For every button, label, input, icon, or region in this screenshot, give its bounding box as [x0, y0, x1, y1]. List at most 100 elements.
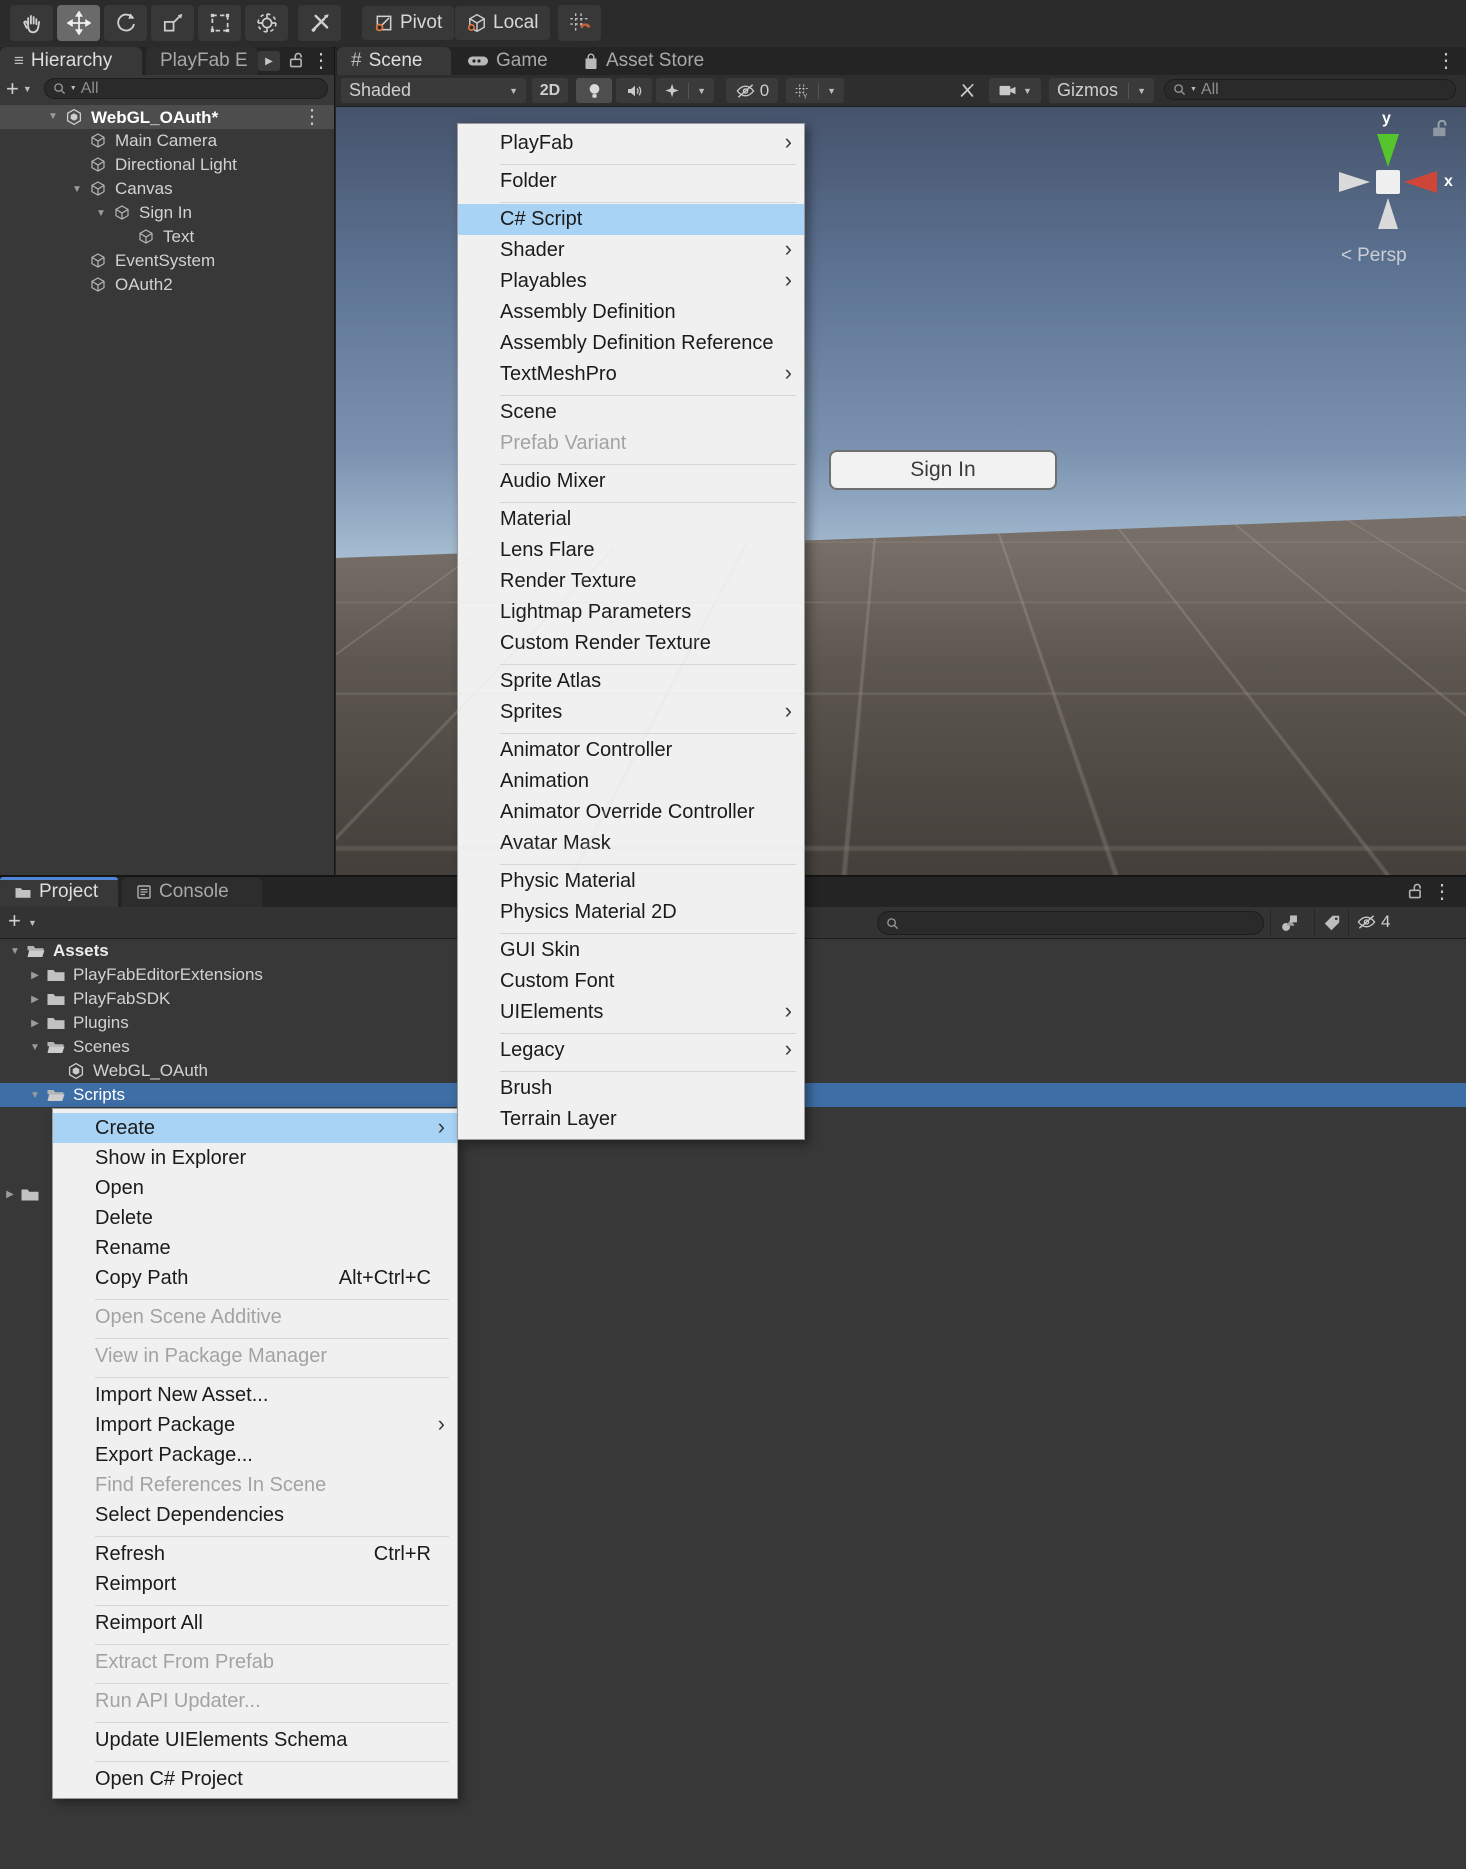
tab-console[interactable]: Console — [122, 877, 262, 907]
scene-tools-button[interactable] — [950, 78, 984, 103]
create-menu-item[interactable]: Animation › — [458, 766, 804, 797]
hierarchy-search-input[interactable]: ▼ All — [44, 78, 328, 99]
create-menu-item[interactable]: › — [500, 928, 796, 935]
create-menu-item[interactable]: Lens Flare › — [458, 535, 804, 566]
hand-tool-button[interactable] — [10, 5, 53, 41]
tree-arrow-icon[interactable] — [4, 946, 26, 957]
context-menu-item[interactable]: Import Package › — [53, 1410, 457, 1440]
tree-arrow-icon[interactable] — [66, 184, 88, 195]
create-menu-item[interactable]: › — [500, 197, 796, 204]
2d-toggle-button[interactable]: 2D — [532, 78, 568, 103]
project-lock-icon[interactable] — [1407, 883, 1424, 905]
context-menu-item[interactable]: Export Package... › — [53, 1440, 457, 1470]
scene-search-input[interactable]: ▼ All — [1164, 79, 1456, 100]
rect-tool-button[interactable] — [198, 5, 241, 41]
hierarchy-row[interactable]: Main Camera ⋮ — [0, 129, 334, 153]
create-menu-item[interactable]: UIElements › — [458, 997, 804, 1028]
context-menu-item[interactable]: Import New Asset... › — [53, 1380, 457, 1410]
gizmo-negy-axis-cone[interactable] — [1378, 198, 1398, 229]
context-menu-item[interactable]: › — [95, 1530, 449, 1539]
create-menu-item[interactable]: Terrain Layer › — [458, 1104, 804, 1135]
create-menu-item[interactable]: Lightmap Parameters › — [458, 597, 804, 628]
shading-mode-dropdown[interactable]: Shaded ▼ — [341, 78, 526, 103]
create-menu-item[interactable]: › — [500, 728, 796, 735]
context-menu-item[interactable]: › — [95, 1371, 449, 1380]
create-menu-item[interactable]: Custom Render Texture › — [458, 628, 804, 659]
tab-overflow-arrow-icon[interactable]: ▶ — [258, 51, 280, 71]
context-menu-item[interactable]: › — [95, 1677, 449, 1686]
rotate-tool-button[interactable] — [104, 5, 147, 41]
create-menu-item[interactable]: Custom Font › — [458, 966, 804, 997]
tree-arrow-icon[interactable] — [42, 112, 64, 122]
create-menu-item[interactable]: Playables › — [458, 266, 804, 297]
create-menu-item[interactable]: › — [500, 159, 796, 166]
project-add-caret-icon[interactable]: ▼ — [28, 918, 37, 928]
hierarchy-row[interactable]: Directional Light ⋮ — [0, 153, 334, 177]
scene-grid-dropdown[interactable]: Y ▼ — [786, 78, 844, 103]
tab-game[interactable]: Game — [453, 47, 567, 75]
hierarchy-add-button[interactable]: + — [6, 78, 19, 100]
context-menu-item[interactable]: › — [95, 1755, 449, 1764]
gizmo-y-axis-cone[interactable] — [1377, 134, 1399, 167]
context-menu-item[interactable]: Open › — [53, 1173, 457, 1203]
create-menu-item[interactable]: Shader › — [458, 235, 804, 266]
context-menu-item[interactable]: Delete › — [53, 1203, 457, 1233]
hierarchy-row[interactable]: Sign In ⋮ — [0, 201, 334, 225]
create-menu-item[interactable]: Animator Controller › — [458, 735, 804, 766]
context-menu-item[interactable]: Reimport › — [53, 1569, 457, 1599]
scale-tool-button[interactable] — [151, 5, 194, 41]
create-menu-item[interactable]: Render Texture › — [458, 566, 804, 597]
pivot-toggle-button[interactable]: Pivot — [362, 6, 454, 40]
create-menu-item[interactable]: › — [500, 1028, 796, 1035]
local-toggle-button[interactable]: Local — [455, 6, 550, 40]
hierarchy-row[interactable]: WebGL_OAuth* ⋮ — [0, 105, 334, 129]
context-menu-item[interactable]: › — [95, 1716, 449, 1725]
hierarchy-lock-icon[interactable] — [288, 52, 305, 74]
tree-arrow-icon[interactable] — [24, 1090, 46, 1101]
context-menu-item[interactable]: Extract From Prefab › — [53, 1647, 457, 1677]
custom-tool-button[interactable] — [298, 5, 341, 41]
hierarchy-row[interactable]: EventSystem ⋮ — [0, 249, 334, 273]
create-menu-item[interactable]: › — [500, 1066, 796, 1073]
create-menu-item[interactable]: PlayFab › — [458, 128, 804, 159]
create-menu-item[interactable]: GUI Skin › — [458, 935, 804, 966]
hierarchy-row[interactable]: Text ⋮ — [0, 225, 334, 249]
asset-type-filter-icon[interactable] — [1278, 912, 1301, 940]
create-menu-item[interactable]: Folder › — [458, 166, 804, 197]
scene-camera-dropdown[interactable]: ▼ — [989, 78, 1041, 103]
context-menu-item[interactable]: Select Dependencies › — [53, 1500, 457, 1530]
label-filter-icon[interactable] — [1322, 913, 1342, 938]
partial-folder-row[interactable]: ▶ — [0, 1182, 52, 1206]
create-menu-item[interactable]: C# Script › — [458, 204, 804, 235]
context-menu-item[interactable]: Reimport All › — [53, 1608, 457, 1638]
gizmo-center-cube[interactable] — [1376, 170, 1400, 194]
create-menu-item[interactable]: › — [500, 659, 796, 666]
create-menu-item[interactable]: › — [500, 497, 796, 504]
create-menu-item[interactable]: Scene › — [458, 397, 804, 428]
search-filter-caret-icon[interactable]: ▼ — [1190, 86, 1197, 93]
search-filter-caret-icon[interactable]: ▼ — [70, 85, 77, 92]
create-menu-item[interactable]: Legacy › — [458, 1035, 804, 1066]
context-menu-item[interactable]: › — [95, 1293, 449, 1302]
create-menu-item[interactable]: TextMeshPro › — [458, 359, 804, 390]
context-menu-item[interactable]: Run API Updater... › — [53, 1686, 457, 1716]
gizmos-dropdown[interactable]: Gizmos ▼ — [1049, 78, 1154, 103]
hierarchy-kebab-icon[interactable]: ⋮ — [311, 51, 331, 71]
viewport-lock-icon[interactable] — [1430, 119, 1450, 144]
scene-audio-button[interactable] — [616, 78, 652, 103]
tree-arrow-icon[interactable] — [24, 970, 46, 981]
projection-mode-label[interactable]: <Persp — [1341, 245, 1407, 267]
context-menu-item[interactable]: › — [95, 1638, 449, 1647]
transform-tool-button[interactable] — [245, 5, 288, 41]
context-menu-item[interactable]: › — [95, 1599, 449, 1608]
create-menu-item[interactable]: Physics Material 2D › — [458, 897, 804, 928]
tab-scene[interactable]: # Scene — [337, 47, 451, 75]
hierarchy-row[interactable]: OAuth2 ⋮ — [0, 273, 334, 297]
context-menu-item[interactable]: Refresh Ctrl+R › — [53, 1539, 457, 1569]
context-menu-item[interactable]: Copy Path Alt+Ctrl+C › — [53, 1263, 457, 1293]
project-add-button[interactable]: + — [8, 910, 21, 932]
context-menu-item[interactable]: Show in Explorer › — [53, 1143, 457, 1173]
tree-arrow-icon[interactable] — [24, 1042, 46, 1053]
scene-kebab-icon[interactable]: ⋮ — [1436, 51, 1456, 71]
project-visibility-button[interactable]: 4 — [1356, 912, 1390, 932]
